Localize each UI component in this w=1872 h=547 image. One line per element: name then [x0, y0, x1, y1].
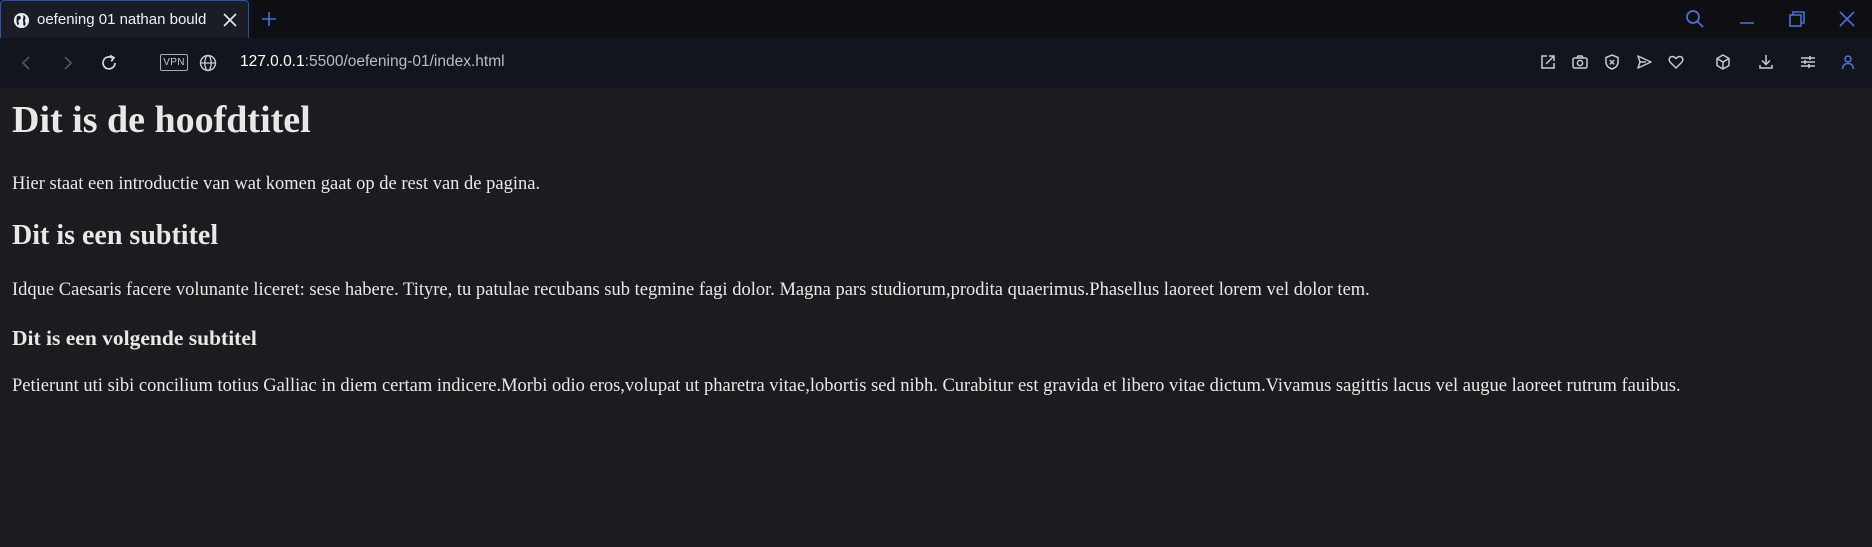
- close-icon[interactable]: [1836, 8, 1858, 30]
- globe-icon[interactable]: [197, 52, 219, 74]
- cube-icon[interactable]: [1713, 52, 1733, 72]
- share-icon[interactable]: [1538, 52, 1558, 72]
- tab-strip: oefening 01 nathan bould: [0, 0, 1872, 38]
- settings-sliders-icon[interactable]: [1798, 52, 1818, 72]
- address-bar[interactable]: 127.0.0.1:5500/oefening-01/index.html: [240, 53, 505, 71]
- camera-icon[interactable]: [1570, 52, 1590, 72]
- url-host: 127.0.0.1: [240, 53, 305, 70]
- page-heading: Dit is de hoofdtitel: [12, 99, 311, 141]
- plus-icon[interactable]: [259, 9, 279, 29]
- back-arrow-icon[interactable]: [16, 52, 38, 74]
- body-paragraph: Idque Caesaris facere volunante liceret:…: [12, 280, 1370, 300]
- tab-title: oefening 01 nathan bould: [37, 11, 207, 28]
- heart-icon[interactable]: [1666, 52, 1686, 72]
- vpn-badge[interactable]: VPN: [160, 54, 188, 71]
- body-paragraph-2: Petierunt uti sibi concilium totius Gall…: [12, 376, 1681, 396]
- subtitle-heading: Dit is een subtitel: [12, 220, 219, 251]
- forward-arrow-icon[interactable]: [56, 52, 78, 74]
- url-path: :5500/oefening-01/index.html: [304, 53, 505, 70]
- download-icon[interactable]: [1756, 52, 1776, 72]
- browser-tab[interactable]: oefening 01 nathan bould: [0, 0, 249, 38]
- reload-icon[interactable]: [98, 52, 120, 74]
- page-content: Dit is de hoofdtitel Hier staat een intr…: [0, 88, 1872, 547]
- intro-paragraph: Hier staat een introductie van wat komen…: [12, 174, 541, 194]
- shield-icon[interactable]: [1602, 52, 1622, 72]
- navigation-bar: VPN 127.0.0.1:5500/oefening-01/index.htm…: [0, 38, 1872, 88]
- account-icon[interactable]: [1838, 52, 1858, 72]
- restore-icon[interactable]: [1786, 8, 1808, 30]
- send-icon[interactable]: [1634, 52, 1654, 72]
- globe-icon: [13, 12, 30, 29]
- close-icon[interactable]: [222, 12, 238, 28]
- search-icon[interactable]: [1684, 8, 1706, 30]
- next-subtitle-heading: Dit is een volgende subtitel: [12, 326, 257, 350]
- minimize-icon[interactable]: [1736, 8, 1758, 30]
